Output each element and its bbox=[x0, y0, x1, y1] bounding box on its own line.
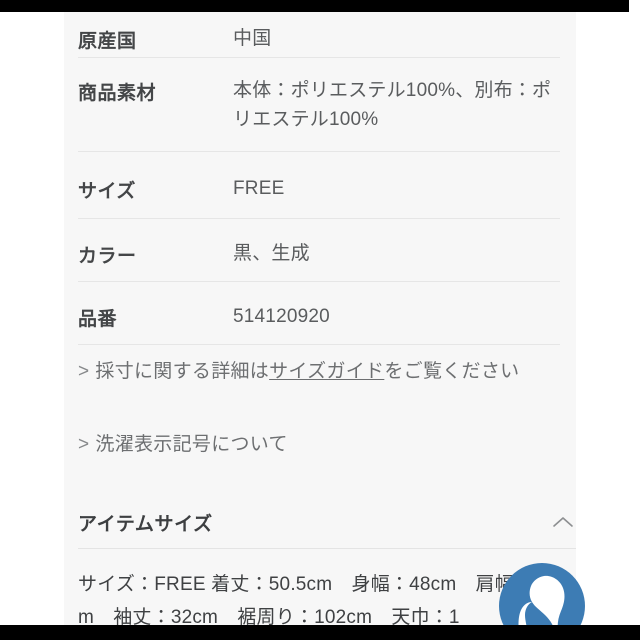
care-symbols-link-row[interactable]: > 洗濯表示記号について bbox=[78, 433, 578, 458]
item-size-accordion-header[interactable]: アイテムサイズ bbox=[78, 496, 576, 549]
content-panel: 原産国 中国 商品素材 本体：ポリエステル100%、別布：ポリエステル100% … bbox=[64, 12, 578, 628]
letterbox-top-right-gap bbox=[629, 0, 640, 12]
size-guide-suffix: をご覧ください bbox=[384, 361, 520, 382]
spec-value-size: FREE bbox=[233, 178, 285, 199]
table-row: 原産国 中国 bbox=[78, 12, 560, 58]
letterbox-bottom bbox=[0, 625, 640, 640]
size-guide-link[interactable]: サイズガイド bbox=[269, 361, 384, 382]
spec-label-material: 商品素材 bbox=[78, 83, 157, 104]
page-body: 原産国 中国 商品素材 本体：ポリエステル100%、別布：ポリエステル100% … bbox=[0, 12, 640, 628]
product-spec-table: 原産国 中国 商品素材 本体：ポリエステル100%、別布：ポリエステル100% … bbox=[78, 12, 560, 345]
spec-label-origin: 原産国 bbox=[78, 31, 137, 52]
care-symbols-link[interactable]: 洗濯表示記号について bbox=[95, 434, 287, 455]
screenshot-root: 原産国 中国 商品素材 本体：ポリエステル100%、別布：ポリエステル100% … bbox=[0, 0, 640, 640]
spec-value-origin: 中国 bbox=[233, 28, 272, 49]
chevron-right-icon: > bbox=[78, 361, 90, 382]
table-row: 品番 514120920 bbox=[78, 282, 560, 345]
size-guide-link-row[interactable]: > 採寸に関する詳細はサイズガイドをご覧ください bbox=[78, 360, 578, 385]
table-row: 商品素材 本体：ポリエステル100%、別布：ポリエステル100% bbox=[78, 58, 560, 152]
link-list: > 採寸に関する詳細はサイズガイドをご覧ください > 洗濯表示記号について bbox=[78, 360, 578, 457]
table-row: サイズ FREE bbox=[78, 152, 560, 219]
chevron-right-icon: > bbox=[78, 433, 90, 455]
spec-value-sku: 514120920 bbox=[233, 306, 330, 327]
spec-value-material: 本体：ポリエステル100%、別布：ポリエステル100% bbox=[233, 80, 552, 131]
size-guide-prefix: 採寸に関する詳細は bbox=[95, 361, 270, 382]
letterbox-top bbox=[0, 0, 629, 12]
table-row: カラー 黒、生成 bbox=[78, 219, 560, 282]
spec-value-color: 黒、生成 bbox=[233, 243, 310, 264]
item-size-accordion-title: アイテムサイズ bbox=[78, 513, 213, 535]
spec-label-color: カラー bbox=[78, 246, 137, 267]
chevron-up-icon[interactable] bbox=[550, 509, 576, 535]
spec-label-sku: 品番 bbox=[78, 309, 118, 330]
spec-label-size: サイズ bbox=[78, 181, 136, 202]
